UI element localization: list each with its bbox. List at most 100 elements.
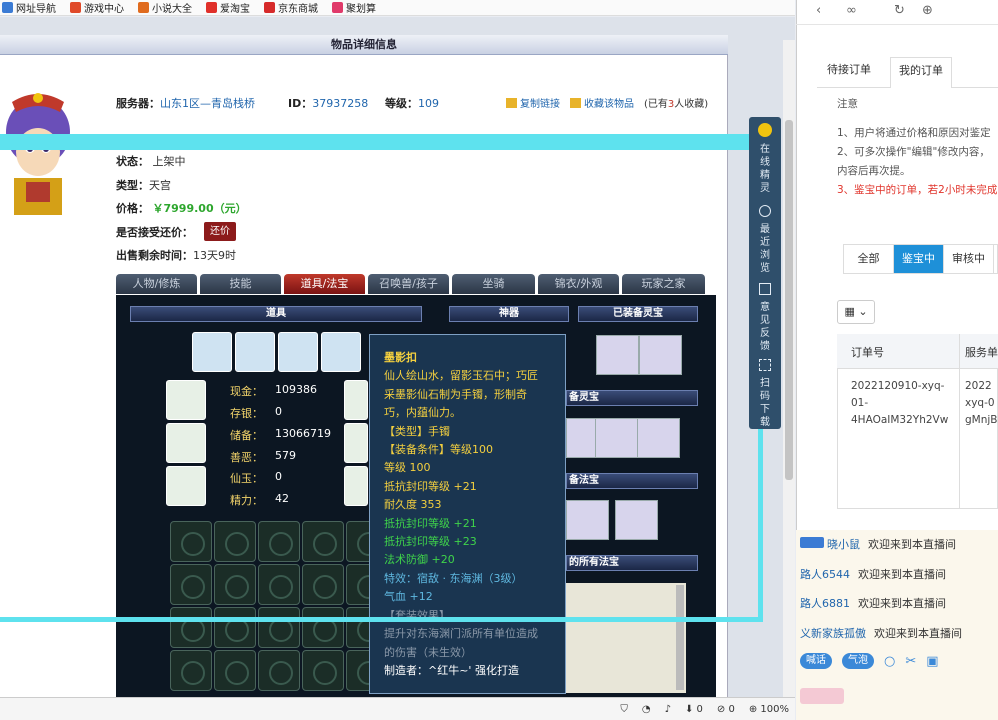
sidebar-recent[interactable]: 最近浏览 — [749, 205, 781, 275]
copy-link-button[interactable]: 复制链接 — [506, 95, 560, 110]
filter-all[interactable]: 全部 — [844, 245, 894, 273]
tab-character[interactable]: 人物/修炼 — [116, 274, 197, 294]
price-row: 价格： ￥7999.00（元） — [116, 200, 247, 216]
fabao-slot[interactable] — [566, 500, 609, 540]
notice-2: 2、可多次操作"编辑"修改内容， — [837, 146, 990, 158]
bookmark-label: 京东商城 — [278, 4, 318, 15]
bookmark-item[interactable]: 小说大全 — [138, 0, 192, 15]
item-slot[interactable] — [235, 332, 275, 372]
bookmark-icon — [206, 2, 217, 13]
bubble-button[interactable]: 气泡 — [842, 653, 874, 669]
download-count-value: 0 — [696, 703, 703, 715]
error-count[interactable]: ⊘ 0 — [717, 704, 735, 715]
spirit2-header: 备灵宝 — [566, 390, 698, 406]
table-row-service[interactable]: 2022 xyq-0 gMnjB — [965, 378, 998, 429]
sidebar-feedback[interactable]: 意见反馈 — [749, 283, 781, 353]
tooltip-req: 【装备条件】等级100 — [384, 443, 493, 457]
bookmark-icon — [264, 2, 275, 13]
spirit-slot[interactable] — [596, 335, 639, 375]
inventory-cell[interactable] — [214, 521, 256, 562]
inventory-cell[interactable] — [170, 564, 212, 605]
equip-slot[interactable] — [166, 423, 206, 463]
chat-user[interactable]: 晓小鼠 — [827, 538, 860, 551]
tab-pets[interactable]: 召唤兽/孩子 — [368, 274, 449, 294]
globe-icon[interactable]: ⊕ — [922, 3, 933, 18]
image-icon[interactable]: ▣ — [926, 654, 938, 669]
sound-icon[interactable]: ♪ — [665, 704, 671, 715]
item-slot[interactable] — [192, 332, 232, 372]
tab-items[interactable]: 道具/法宝 — [284, 274, 365, 294]
filter-appraising[interactable]: 鉴宝中 — [894, 245, 944, 273]
tooltip-maker: 制造者：^红牛~' 强化打造 — [384, 663, 519, 677]
sidebar-download[interactable]: 扫码下载 — [749, 359, 781, 429]
fabao-grid — [566, 583, 686, 693]
chat-user[interactable]: 义新家族孤傲 — [800, 627, 866, 640]
order-no-line1: 2022120910-xyq- — [851, 380, 945, 392]
stat-savings-value: 0 — [275, 405, 282, 418]
equip-slot[interactable] — [344, 423, 368, 463]
inventory-cell[interactable] — [214, 607, 256, 648]
equip-slot[interactable] — [344, 380, 368, 420]
inventory-cell[interactable] — [214, 650, 256, 691]
link-icon[interactable]: ∞ — [846, 3, 857, 18]
spirit-slot[interactable] — [595, 418, 638, 458]
tab-appearance[interactable]: 锦衣/外观 — [538, 274, 619, 294]
haggle-button[interactable]: 还价 — [204, 222, 236, 241]
inventory-cell[interactable] — [170, 521, 212, 562]
inventory-cell[interactable] — [302, 607, 344, 648]
chat-user[interactable]: 路人6881 — [800, 597, 850, 610]
bookmark-item[interactable]: 游戏中心 — [70, 0, 124, 15]
download-count[interactable]: ⬇ 0 — [685, 704, 703, 715]
fabao-scrollbar[interactable] — [676, 585, 684, 690]
scrollbar-thumb[interactable] — [785, 120, 793, 480]
inventory-cell[interactable] — [302, 564, 344, 605]
tab-my-orders[interactable]: 我的订单 — [890, 57, 952, 88]
shield-icon[interactable]: ⛉ — [620, 704, 628, 715]
refresh-icon[interactable]: ↻ — [894, 3, 905, 18]
inventory-cell[interactable] — [214, 564, 256, 605]
inventory-cell[interactable] — [170, 650, 212, 691]
scissors-icon[interactable]: ✂ — [905, 654, 916, 669]
item-slot[interactable] — [321, 332, 361, 372]
inventory-cell[interactable] — [302, 650, 344, 691]
equip-slot[interactable] — [166, 466, 206, 506]
inventory-cell[interactable] — [258, 521, 300, 562]
back-icon[interactable]: ‹ — [816, 3, 821, 18]
tooltip-name: 墨影扣 — [384, 351, 417, 364]
shout-button[interactable]: 喊话 — [800, 653, 832, 669]
allfabao-header: 的所有法宝 — [566, 555, 698, 571]
bookmark-item[interactable]: 网址导航 — [2, 0, 56, 15]
spirit-slot[interactable] — [639, 335, 682, 375]
fabao-slot[interactable] — [615, 500, 658, 540]
bookmark-item[interactable]: 爱淘宝 — [206, 0, 250, 15]
fan-badge-icon[interactable] — [800, 688, 844, 704]
inventory-cell[interactable] — [258, 564, 300, 605]
bookmark-item[interactable]: 聚划算 — [332, 0, 376, 15]
stat-reserve-value: 13066719 — [275, 427, 331, 440]
bookmark-item[interactable]: 京东商城 — [264, 0, 318, 15]
inventory-cell[interactable] — [258, 607, 300, 648]
inventory-cell[interactable] — [302, 521, 344, 562]
emoji-icon[interactable]: ○ — [884, 654, 895, 669]
filter-reviewing[interactable]: 审核中 — [944, 245, 994, 273]
equip-slot[interactable] — [166, 380, 206, 420]
view-toggle-button[interactable]: ▦ ⌄ — [837, 300, 875, 324]
stat-energy-label: 精力： — [230, 494, 263, 507]
tab-skills[interactable]: 技能 — [200, 274, 281, 294]
tab-home[interactable]: 玩家之家 — [622, 274, 705, 294]
chat-user[interactable]: 路人6544 — [800, 568, 850, 581]
table-row-order[interactable]: 2022120910-xyq- 01- 4HAOaIM32Yh2Vw — [851, 378, 948, 429]
inventory-cell[interactable] — [258, 650, 300, 691]
tab-pending-orders[interactable]: 待接订单 — [827, 61, 871, 77]
network-icon[interactable]: ◔ — [642, 704, 651, 715]
sidebar-online[interactable]: 在线精灵 — [749, 123, 781, 195]
favorite-button[interactable]: 收藏该物品 — [570, 95, 634, 110]
zoom-control[interactable]: ⊕ 100% — [749, 704, 789, 715]
tab-mount[interactable]: 坐骑 — [452, 274, 535, 294]
equip-slot[interactable] — [344, 466, 368, 506]
server-label: 服务器： — [116, 97, 160, 110]
scrollbar[interactable] — [783, 40, 795, 697]
inventory-cell[interactable] — [170, 607, 212, 648]
item-slot[interactable] — [278, 332, 318, 372]
spirit-slot[interactable] — [637, 418, 680, 458]
